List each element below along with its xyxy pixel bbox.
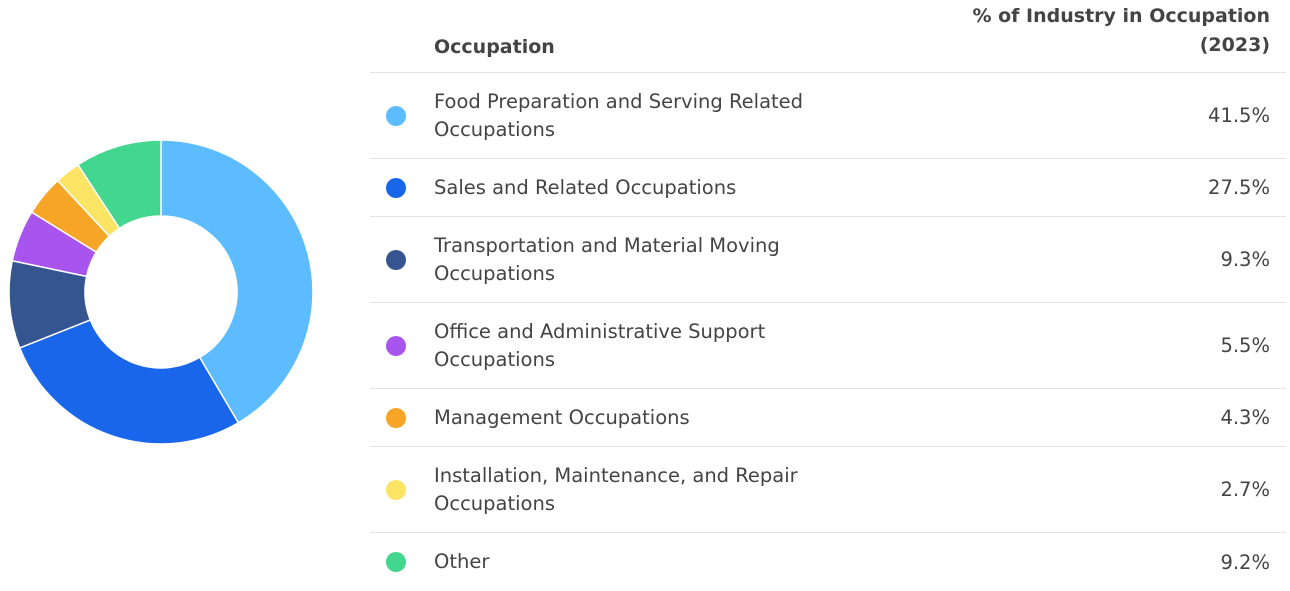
legend-dot bbox=[386, 249, 406, 270]
percent-value: 9.3% bbox=[1220, 248, 1270, 271]
occupation-label: Transportation and Material Moving Occup… bbox=[434, 232, 894, 288]
occupation-label: Management Occupations bbox=[434, 404, 894, 432]
occupation-label: Office and Administrative Support Occupa… bbox=[434, 318, 894, 374]
table-row: Installation, Maintenance, and Repair Oc… bbox=[370, 447, 1286, 533]
occupation-label: Food Preparation and Serving Related Occ… bbox=[434, 88, 894, 144]
legend-dot bbox=[386, 407, 406, 428]
table-row: Sales and Related Occupations 27.5% bbox=[370, 159, 1286, 217]
occupation-label: Installation, Maintenance, and Repair Oc… bbox=[434, 462, 894, 518]
occupation-column-header: Occupation bbox=[434, 36, 555, 58]
donut-chart bbox=[8, 139, 314, 445]
table-row: Food Preparation and Serving Related Occ… bbox=[370, 73, 1286, 159]
percent-column-header: % of Industry in Occupation (2023) bbox=[972, 2, 1270, 60]
label-line: Transportation and Material Moving bbox=[434, 233, 780, 257]
percent-header-line-1: % of Industry in Occupation bbox=[972, 5, 1270, 27]
occupation-label: Sales and Related Occupations bbox=[434, 174, 894, 202]
legend-dot bbox=[386, 177, 406, 198]
legend-dot bbox=[386, 105, 406, 126]
label-line: Occupations bbox=[434, 117, 555, 141]
percent-value: 27.5% bbox=[1208, 176, 1270, 199]
label-line: Installation, Maintenance, and Repair bbox=[434, 463, 798, 487]
table-row: Other 9.2% bbox=[370, 533, 1286, 591]
table-row: Management Occupations 4.3% bbox=[370, 389, 1286, 447]
label-line: Occupations bbox=[434, 261, 555, 285]
legend-dot bbox=[386, 479, 406, 500]
label-line: Sales and Related Occupations bbox=[434, 175, 737, 199]
legend-dot bbox=[386, 552, 406, 572]
percent-header-line-2: (2023) bbox=[1199, 34, 1270, 56]
table-row: Transportation and Material Moving Occup… bbox=[370, 217, 1286, 303]
label-line: Management Occupations bbox=[434, 405, 690, 429]
percent-value: 41.5% bbox=[1208, 104, 1270, 127]
label-line: Other bbox=[434, 550, 490, 573]
percent-value: 9.2% bbox=[1220, 550, 1270, 574]
percent-value: 2.7% bbox=[1220, 478, 1270, 501]
occupation-label: Other bbox=[434, 548, 894, 576]
donut-slice bbox=[18, 319, 240, 445]
table-header: Occupation % of Industry in Occupation (… bbox=[370, 0, 1286, 73]
percent-value: 4.3% bbox=[1220, 406, 1270, 429]
label-line: Occupations bbox=[434, 491, 555, 515]
occupation-table: Occupation % of Industry in Occupation (… bbox=[370, 0, 1286, 591]
label-line: Office and Administrative Support bbox=[434, 319, 766, 343]
legend-dot bbox=[386, 335, 406, 356]
percent-value: 5.5% bbox=[1220, 334, 1270, 357]
label-line: Food Preparation and Serving Related bbox=[434, 89, 804, 113]
label-line: Occupations bbox=[434, 347, 555, 371]
table-row: Office and Administrative Support Occupa… bbox=[370, 303, 1286, 389]
